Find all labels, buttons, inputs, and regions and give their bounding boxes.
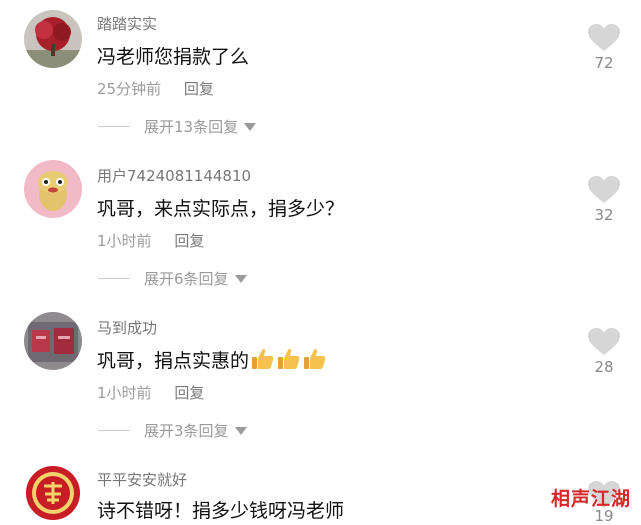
- comment-text: 巩哥，来点实际点，捐多少？: [97, 198, 345, 220]
- expand-replies-label: 展开3条回复: [144, 422, 229, 440]
- caret-down-icon: [244, 122, 257, 131]
- expand-replies-label: 展开6条回复: [144, 270, 229, 288]
- timestamp: 1小时前: [97, 384, 152, 402]
- like-button[interactable]: 72: [584, 24, 624, 72]
- like-button[interactable]: 32: [584, 176, 624, 224]
- heart-icon: [588, 24, 620, 51]
- reply-button[interactable]: 回复: [184, 80, 214, 98]
- username[interactable]: 平平安安就好: [97, 469, 187, 490]
- timestamp: 1小时前: [97, 232, 152, 250]
- comment-text: 冯老师您捐款了么: [97, 46, 250, 68]
- thumbs-up-icon: [277, 348, 301, 375]
- comment-text: 巩哥，捐点实惠的: [97, 346, 327, 375]
- watermark: 相声江湖: [550, 488, 631, 510]
- comment-meta: 1小时前 回复: [97, 382, 204, 403]
- comment-text-body: 巩哥，捐点实惠的: [97, 350, 250, 372]
- divider-line: [98, 126, 130, 127]
- avatar[interactable]: [24, 312, 82, 370]
- divider-line: [98, 278, 130, 279]
- reply-button[interactable]: 回复: [174, 384, 204, 402]
- avatar[interactable]: [24, 160, 82, 218]
- like-count: 32: [594, 206, 614, 224]
- like-count: 28: [594, 358, 614, 376]
- heart-icon: [588, 176, 620, 203]
- comment-text: 诗不错呀！捐多少钱呀冯老师: [97, 500, 345, 522]
- expand-replies-button[interactable]: 展开6条回复: [98, 268, 247, 289]
- caret-down-icon: [234, 426, 247, 435]
- username[interactable]: 用户7424081144810: [97, 165, 251, 186]
- reply-button[interactable]: 回复: [174, 232, 204, 250]
- divider-line: [98, 430, 130, 431]
- expand-replies-button[interactable]: 展开3条回复: [98, 420, 247, 441]
- like-button[interactable]: 28: [584, 328, 624, 376]
- username[interactable]: 踏踏实实: [97, 13, 157, 34]
- avatar[interactable]: [24, 464, 82, 522]
- like-count: 72: [594, 54, 614, 72]
- expand-replies-button[interactable]: 展开13条回复: [98, 116, 257, 137]
- comment-meta: 1小时前 回复: [97, 230, 204, 251]
- username[interactable]: 马到成功: [97, 317, 157, 338]
- timestamp: 25分钟前: [97, 80, 162, 98]
- avatar[interactable]: [24, 10, 82, 68]
- heart-icon: [588, 328, 620, 355]
- like-count: 19: [594, 507, 614, 525]
- caret-down-icon: [234, 274, 247, 283]
- expand-replies-label: 展开13条回复: [144, 118, 239, 136]
- comment-meta: 25分钟前 回复: [97, 78, 214, 99]
- thumbs-up-icon: [303, 348, 327, 375]
- thumbs-up-icon: [251, 348, 275, 375]
